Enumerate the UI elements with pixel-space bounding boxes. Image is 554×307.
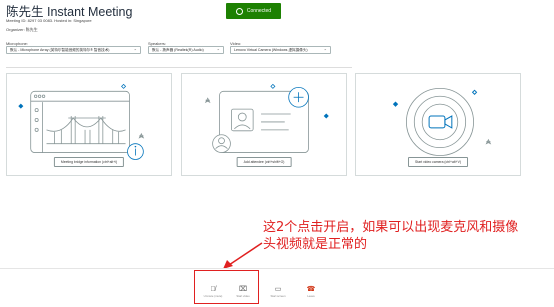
organizer: Organizer: 陈先生 bbox=[6, 27, 38, 32]
leave-label: Leave bbox=[307, 294, 315, 298]
video-select[interactable]: Lenovo Virtual Camera (Windows 虚拟摄像头) ⌃ bbox=[230, 46, 331, 54]
start-video-label: Start video bbox=[236, 294, 250, 298]
microphone-value: 默认 - Microphone Array (英特尔智能音频的英特尔® 智音技术… bbox=[10, 47, 110, 52]
unmute-button[interactable]: 🎙̸ Unmute (mute) bbox=[198, 286, 228, 298]
microphone-select[interactable]: 默认 - Microphone Array (英特尔智能音频的英特尔® 智音技术… bbox=[6, 46, 141, 54]
start-screen-label: Start screen bbox=[270, 294, 286, 298]
meeting-bridge-info-button[interactable]: Meeting bridge information (ctrl+alt+i) bbox=[53, 157, 125, 167]
leave-button[interactable]: ☎ Leave bbox=[296, 286, 326, 298]
bridge-illustration-icon bbox=[18, 83, 145, 160]
annotation-text: 这2个点击开启，如果可以出现麦克风和摄像 头视频就是正常的 bbox=[263, 219, 518, 253]
check-circle-icon bbox=[235, 7, 243, 15]
connected-label: Connected bbox=[246, 8, 272, 14]
add-attendee-illustration-icon bbox=[204, 83, 329, 153]
annotation-arrow-icon bbox=[223, 242, 263, 269]
chevron-down-icon: ⌃ bbox=[133, 47, 137, 53]
muted-microphone-icon: 🎙̸ bbox=[210, 286, 216, 293]
start-screen-button[interactable]: ▭ Start screen bbox=[263, 286, 293, 298]
divider bbox=[6, 67, 352, 68]
add-attendee-button[interactable]: Add attendee (ctrl+shift+O) bbox=[236, 157, 292, 167]
speakers-value: 默认 - 扬声器 (Realtek(R) Audio) bbox=[152, 47, 204, 52]
video-camera-card: Start video camera (ctrl+alt+V) bbox=[355, 73, 521, 176]
start-video-button[interactable]: ⌧ Start video bbox=[228, 286, 258, 298]
video-off-icon: ⌧ bbox=[238, 286, 248, 293]
screen-share-icon: ▭ bbox=[274, 286, 282, 293]
chevron-down-icon: ⌃ bbox=[323, 47, 327, 53]
unmute-label: Unmute (mute) bbox=[203, 294, 223, 298]
meeting-bridge-card: Meeting bridge information (ctrl+alt+i) bbox=[6, 73, 172, 176]
annotation-line-2: 头视频就是正常的 bbox=[263, 237, 368, 252]
annotation-line-1: 这2个点击开启，如果可以出现麦克风和摄像 bbox=[263, 220, 519, 235]
add-attendee-card: Add attendee (ctrl+shift+O) bbox=[181, 73, 347, 176]
phone-hangup-icon: ☎ bbox=[306, 286, 316, 293]
speakers-select[interactable]: 默认 - 扬声器 (Realtek(R) Audio) ⌃ bbox=[148, 46, 224, 54]
chevron-down-icon: ⌃ bbox=[216, 47, 220, 53]
start-video-camera-button[interactable]: Start video camera (ctrl+alt+V) bbox=[408, 157, 468, 167]
meeting-id: Meeting ID: 8297 03 0083. Hosted in: Sin… bbox=[6, 18, 92, 23]
video-camera-illustration-icon bbox=[392, 87, 492, 156]
toolbar-divider bbox=[0, 268, 554, 269]
video-value: Lenovo Virtual Camera (Windows 虚拟摄像头) bbox=[234, 47, 308, 52]
connected-badge: Connected bbox=[226, 3, 281, 19]
